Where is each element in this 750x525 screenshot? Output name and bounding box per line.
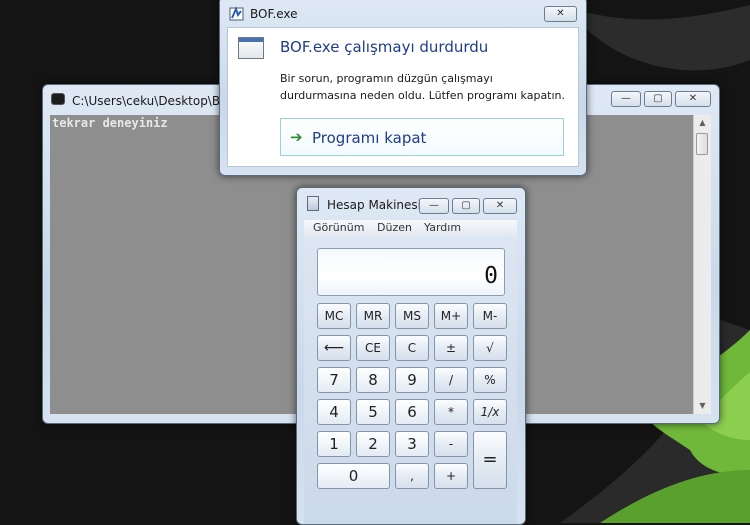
close-program-label: Programı kapat (312, 129, 427, 147)
key-label: 1/x (480, 405, 500, 419)
key-plus-minus[interactable]: ± (434, 335, 468, 361)
key-5[interactable]: 5 (356, 399, 390, 425)
error-heading: BOF.exe çalışmayı durdurdu (280, 38, 489, 56)
menu-edit[interactable]: Düzen (377, 221, 412, 234)
key-label: 0 (348, 467, 359, 485)
console-title: C:\Users\ceku\Desktop\BOF.exe (72, 94, 222, 108)
calculator-maximize-button[interactable]: ▢ (452, 198, 480, 214)
key-divide[interactable]: / (434, 367, 468, 393)
minimize-icon: — (429, 200, 439, 211)
green-arrow-icon: ➔ (290, 128, 303, 146)
key-1[interactable]: 1 (317, 431, 351, 457)
key-6[interactable]: 6 (395, 399, 429, 425)
scroll-up-icon[interactable]: ▲ (694, 115, 711, 131)
key-label: √ (486, 341, 494, 355)
key-label: * (448, 405, 454, 419)
key-label: 7 (329, 371, 339, 389)
key-label: MC (324, 309, 344, 323)
key-label: = (482, 449, 498, 470)
display-value: 0 (484, 263, 498, 289)
maximize-icon: ▢ (653, 93, 663, 104)
scrollbar-thumb[interactable] (696, 133, 708, 155)
key-label: 1 (329, 435, 339, 453)
key-ms[interactable]: MS (395, 303, 429, 329)
key-8[interactable]: 8 (356, 367, 390, 393)
key-ce[interactable]: CE (356, 335, 390, 361)
program-window-icon (238, 37, 264, 59)
key-label: 8 (368, 371, 378, 389)
key-7[interactable]: 7 (317, 367, 351, 393)
console-close-button[interactable]: ✕ (675, 91, 711, 107)
key-label: , (410, 469, 414, 483)
key-label: 5 (368, 403, 378, 421)
key-sqrt[interactable]: √ (473, 335, 507, 361)
error-dialog-close-button[interactable]: ✕ (544, 6, 577, 22)
key-decimal[interactable]: , (395, 463, 429, 489)
error-dialog-body: BOF.exe çalışmayı durdurdu Bir sorun, pr… (227, 27, 579, 167)
key-m-plus[interactable]: M+ (434, 303, 468, 329)
key-c[interactable]: C (395, 335, 429, 361)
scroll-down-icon[interactable]: ▼ (694, 398, 711, 414)
console-output-text: tekrar deneyiniz (52, 116, 168, 130)
console-app-icon (51, 93, 65, 105)
calculator-body: 0 MC MR MS M+ M- ⟵ CE C ± √ 7 8 9 / % 4 … (304, 237, 517, 524)
key-label: 2 (368, 435, 378, 453)
key-label: 6 (407, 403, 417, 421)
key-label: 4 (329, 403, 339, 421)
key-multiply[interactable]: * (434, 399, 468, 425)
error-dialog-title: BOF.exe (250, 7, 298, 21)
key-equals[interactable]: = (473, 431, 507, 489)
menu-view[interactable]: Görünüm (313, 221, 364, 234)
key-label: 3 (407, 435, 417, 453)
maximize-icon: ▢ (461, 200, 471, 211)
key-3[interactable]: 3 (395, 431, 429, 457)
console-minimize-button[interactable]: — (611, 91, 641, 107)
key-label: MR (363, 309, 383, 323)
close-icon: ✕ (556, 8, 565, 19)
key-4[interactable]: 4 (317, 399, 351, 425)
key-subtract[interactable]: - (434, 431, 468, 457)
key-2[interactable]: 2 (356, 431, 390, 457)
key-label: C (407, 341, 417, 355)
close-icon: ✕ (495, 200, 505, 211)
error-description: Bir sorun, programın düzgün çalışmayı du… (280, 72, 566, 102)
calculator-display: 0 (317, 248, 505, 296)
error-dialog: BOF.exe ✕ BOF.exe çalışmayı durdurdu Bir… (219, 0, 587, 176)
key-label: M- (482, 309, 498, 323)
key-label: / (448, 373, 454, 387)
calculator-icon (307, 196, 319, 211)
key-mr[interactable]: MR (356, 303, 390, 329)
key-label: ± (445, 341, 457, 355)
console-maximize-button[interactable]: ▢ (644, 91, 672, 107)
key-9[interactable]: 9 (395, 367, 429, 393)
key-percent[interactable]: % (473, 367, 507, 393)
calculator-title: Hesap Makinesi (327, 198, 422, 212)
key-label: - (448, 437, 454, 451)
key-label: M+ (440, 309, 462, 323)
key-label: 9 (407, 371, 417, 389)
calculator-window: Hesap Makinesi — ▢ ✕ Görünüm Düzen Yardı… (296, 187, 526, 525)
key-label: MS (403, 309, 421, 323)
console-scrollbar[interactable]: ▲ ▼ (693, 115, 711, 414)
key-label: % (484, 373, 496, 387)
key-add[interactable]: + (434, 463, 468, 489)
close-icon: ✕ (688, 93, 698, 104)
calculator-minimize-button[interactable]: — (419, 198, 449, 214)
minimize-icon: — (621, 93, 631, 104)
key-backspace[interactable]: ⟵ (317, 335, 351, 361)
backspace-icon: ⟵ (323, 340, 345, 356)
key-0[interactable]: 0 (317, 463, 390, 489)
close-program-button[interactable]: ➔ Programı kapat (280, 118, 564, 156)
calculator-menubar: Görünüm Düzen Yardım (304, 220, 517, 237)
calculator-close-button[interactable]: ✕ (483, 198, 517, 214)
bof-app-icon (229, 6, 244, 21)
key-m-minus[interactable]: M- (473, 303, 507, 329)
key-reciprocal[interactable]: 1/x (473, 399, 507, 425)
key-label: + (445, 469, 457, 483)
key-mc[interactable]: MC (317, 303, 351, 329)
menu-help[interactable]: Yardım (424, 221, 461, 234)
key-label: CE (365, 341, 381, 355)
